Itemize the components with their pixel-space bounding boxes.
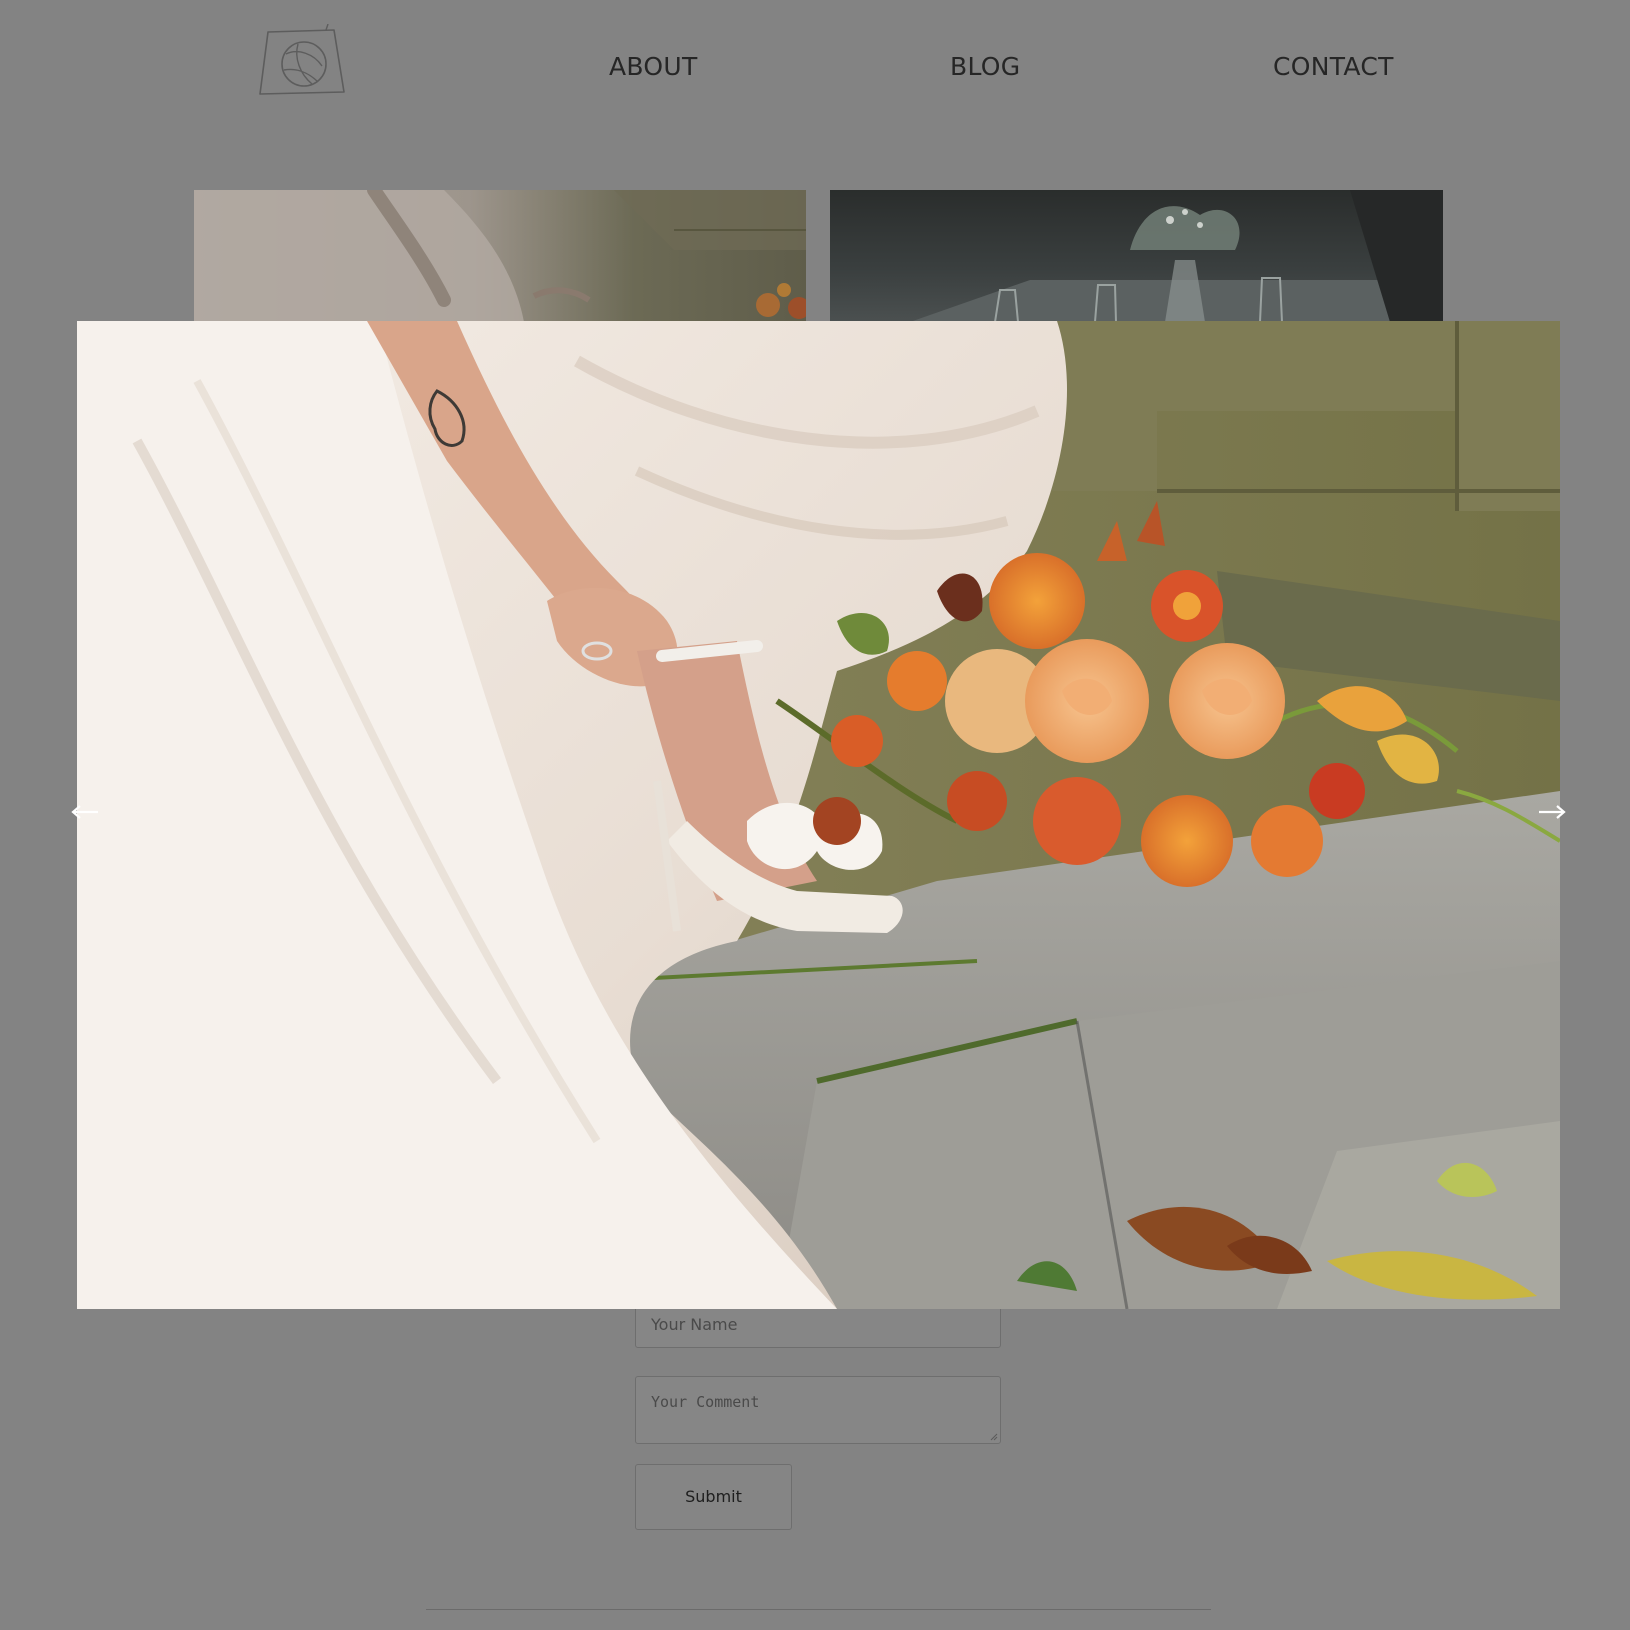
lightbox-photo bbox=[77, 321, 1560, 1309]
footer-divider bbox=[426, 1609, 1211, 1610]
comment-textarea[interactable]: Your Comment bbox=[635, 1376, 1001, 1444]
gallery-thumbnail-bride[interactable] bbox=[194, 190, 806, 322]
arrow-left-icon[interactable] bbox=[70, 798, 100, 826]
site-header: ABOUT BLOG CONTACT bbox=[0, 0, 1630, 140]
nav-about-link[interactable]: ABOUT bbox=[609, 52, 698, 81]
resize-grip-icon[interactable] bbox=[990, 1433, 998, 1441]
gallery-thumbnail-table[interactable] bbox=[830, 190, 1443, 322]
nav-blog-link[interactable]: BLOG bbox=[950, 52, 1020, 81]
sketch-logo-icon[interactable] bbox=[256, 23, 350, 98]
name-placeholder: Your Name bbox=[651, 1315, 738, 1334]
arrow-right-icon[interactable] bbox=[1537, 798, 1567, 826]
submit-button[interactable]: Submit bbox=[635, 1464, 792, 1530]
comment-placeholder: Your Comment bbox=[651, 1393, 760, 1411]
nav-contact-link[interactable]: CONTACT bbox=[1273, 52, 1394, 81]
